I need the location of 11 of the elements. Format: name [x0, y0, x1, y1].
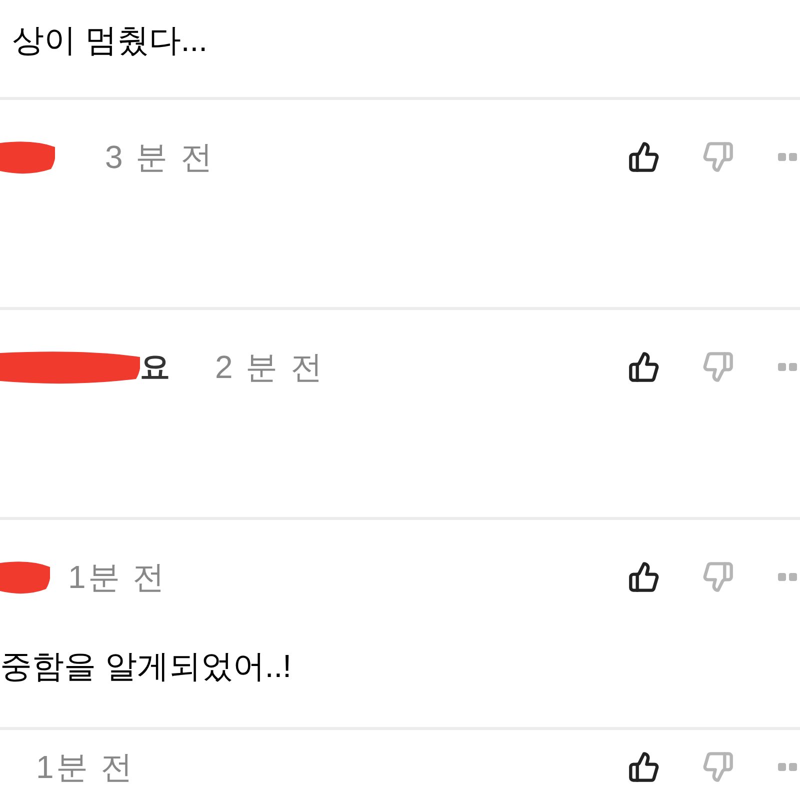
comment-time: 2 분 전 [215, 348, 325, 387]
comment-time: 3 분 전 [105, 138, 215, 177]
more-icon [778, 572, 800, 582]
more-icon [778, 152, 800, 162]
more-icon [778, 762, 800, 772]
comment-text: 중함을 알게되었어..! [0, 648, 292, 684]
more-icon [778, 362, 800, 372]
author-name[interactable]: 요 [140, 344, 170, 390]
comment-time: 1분 전 [68, 558, 167, 597]
post-text: 상이 멈췄다... [12, 21, 208, 60]
comment-time: 1분 전 [36, 748, 135, 787]
